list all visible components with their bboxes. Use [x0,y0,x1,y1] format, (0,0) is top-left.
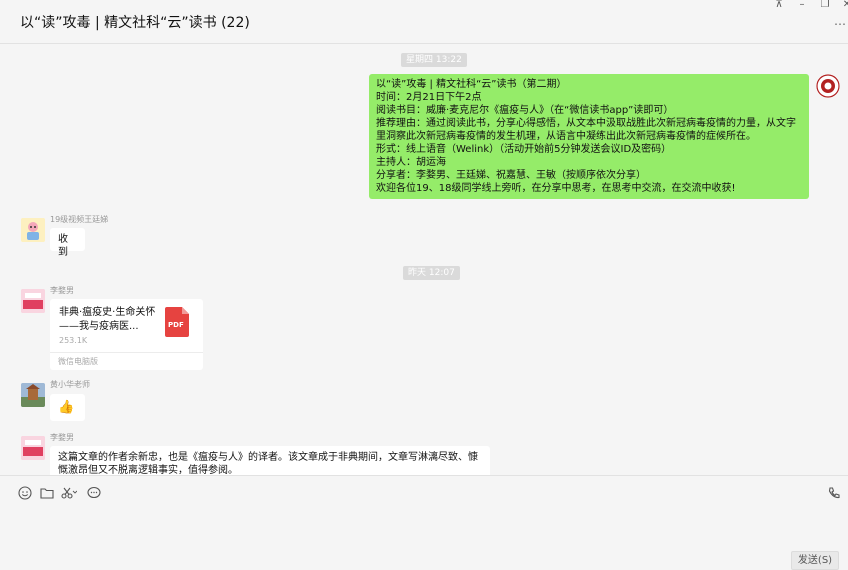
file-size: 253.1K [59,336,88,345]
minimize-button[interactable]: – [791,0,813,10]
message-line: 时间：2月21日下午2点 [376,92,482,103]
timestamp: 昨天 12:07 [403,266,460,280]
message-bubble[interactable]: 收到 [50,228,85,258]
title-bar: 以“读”攻毒 | 精文社科“云”读书 (22) ⊼ – ❐ ✕ … [0,0,848,44]
more-options-button[interactable]: … [834,14,847,28]
file-card[interactable]: 非典·瘟疫史·生命关怀——我与疫病医... 253.1K PDF 微信电脑版 [50,299,203,370]
scissors-icon[interactable] [61,485,78,499]
avatar[interactable] [21,218,45,242]
avatar[interactable] [21,436,45,460]
my-avatar[interactable] [816,74,840,98]
message-line: 里洞察此次新冠病毒疫情的发生机理，从语言中凝练出此次新冠病毒疫情的症候所在。 [376,131,756,142]
thumbs-up-emoji: 👍 [58,400,75,415]
divider [50,352,203,353]
phone-icon[interactable] [827,485,841,499]
message-bubble[interactable]: 👍 [50,394,85,421]
sender-name: 李婺男 [50,286,74,295]
maximize-button[interactable]: ❐ [814,0,836,10]
message-line: 形式：线上语音（Welink）（活动开始前5分钟发送会议ID及密码） [376,144,672,155]
message-text: 收到 [58,234,68,258]
timestamp: 星期四 13:22 [401,53,467,67]
message-line: 这篇文章的作者余新忠，也是《瘟疫与人》的译者。该文章成于非典期间，文章写淋漓尽致… [58,452,478,463]
chat-history[interactable]: 星期四 13:22 以“读”攻毒 | 精文社科“云”读书（第二期） 时间：2月2… [0,45,848,475]
message-bubble[interactable]: 这篇文章的作者余新忠，也是《瘟疫与人》的译者。该文章成于非典期间，文章写淋漓尽致… [50,446,490,475]
file-type-label: PDF [168,321,184,329]
message-line: 分享者：李婺男、王廷娣、祝嘉慧、王敏（按顺序依次分享） [376,170,646,181]
sender-name: 黄小华老师 [50,380,90,389]
message-line: 阅读书目：威廉·麦克尼尔《瘟疫与人》（在“微信读书app”读即可） [376,105,674,116]
message-line: 欢迎各位19、18级同学线上旁听，在分享中思考，在思考中交流，在交流中收获! [376,183,736,194]
sender-name: 李婺男 [50,433,74,442]
my-message-bubble[interactable]: 以“读”攻毒 | 精文社科“云”读书（第二期） 时间：2月21日下午2点 阅读书… [369,74,809,199]
message-line: 慨激昂但又不脱离逻辑事实，值得参阅。 [58,465,238,475]
send-button[interactable]: 发送(S) [791,551,839,570]
message-input-area[interactable]: 发送(S) [0,475,848,570]
sender-name: 19级视频王廷娣 [50,215,109,224]
pin-icon[interactable]: ⊼ [768,0,790,10]
avatar[interactable] [21,383,45,407]
pdf-file-icon: PDF [165,307,189,337]
message-line: 主持人：胡运海 [376,157,446,168]
chat-title: 以“读”攻毒 | 精文社科“云”读书 (22) [20,15,250,31]
file-source: 微信电脑版 [58,357,98,366]
close-button[interactable]: ✕ [836,0,848,10]
file-name: 非典·瘟疫史·生命关怀——我与疫病医... [59,307,156,332]
emoji-icon[interactable] [18,485,32,500]
folder-icon[interactable] [40,485,54,499]
chat-history-icon[interactable] [87,485,101,499]
message-line: 以“读”攻毒 | 精文社科“云”读书（第二期） [376,79,567,90]
message-line: 推荐理由：通过阅读此书，分享心得感悟，从文本中汲取战胜此次新冠病毒疫情的力量，从… [376,118,796,129]
avatar[interactable] [21,289,45,313]
